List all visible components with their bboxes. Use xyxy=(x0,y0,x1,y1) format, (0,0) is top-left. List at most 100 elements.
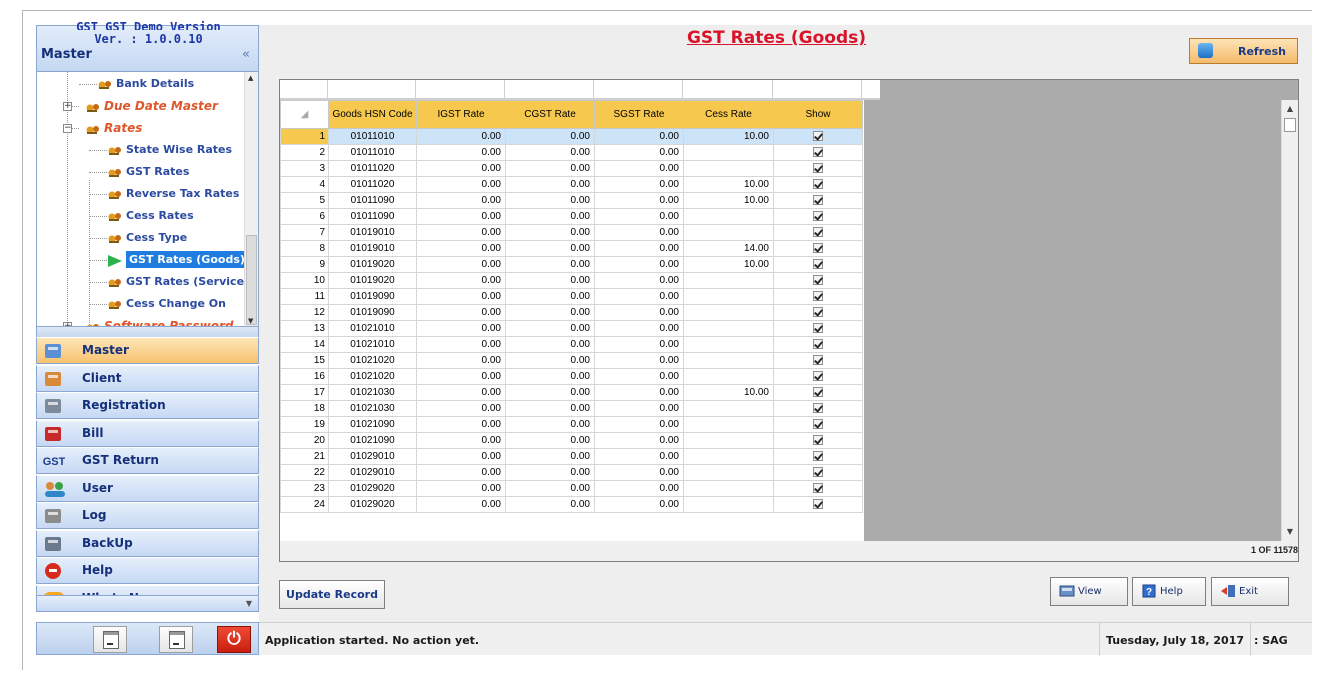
table-cell[interactable]: 01019090 xyxy=(328,304,417,321)
table-cell[interactable]: 01021030 xyxy=(328,384,417,401)
scroll-down-icon[interactable]: ▼ xyxy=(1282,525,1298,539)
table-cell[interactable]: 0.00 xyxy=(416,368,506,385)
show-checkbox-cell[interactable] xyxy=(773,320,863,337)
table-cell[interactable] xyxy=(683,272,774,289)
table-cell[interactable]: 10.00 xyxy=(683,384,774,401)
master-tree[interactable]: Bank Details + Due Date Master − Rates State … xyxy=(36,72,259,327)
table-cell[interactable]: 0.00 xyxy=(594,128,684,145)
tree-item[interactable]: GST Rates (Goods) xyxy=(107,250,248,270)
column-header[interactable]: IGST Rate xyxy=(416,100,506,129)
show-checkbox-cell[interactable] xyxy=(773,480,863,497)
sidebar-splitter[interactable] xyxy=(36,327,259,337)
show-checkbox[interactable] xyxy=(813,131,823,142)
table-cell[interactable]: 0.00 xyxy=(416,480,506,497)
table-cell[interactable]: 0.00 xyxy=(594,416,684,433)
table-row[interactable]: 7 01019010 0.00 0.00 0.00 xyxy=(280,224,863,241)
table-cell[interactable]: 10.00 xyxy=(683,256,774,273)
table-cell[interactable]: 0.00 xyxy=(505,240,595,257)
expand-toggle-icon[interactable]: − xyxy=(63,124,72,133)
tree-item[interactable]: Cess Change On xyxy=(107,294,226,314)
show-checkbox[interactable] xyxy=(813,147,823,158)
show-checkbox-cell[interactable] xyxy=(773,496,863,513)
table-cell[interactable]: 0.00 xyxy=(594,336,684,353)
table-cell[interactable]: 01019020 xyxy=(328,256,417,273)
table-row[interactable]: 19 01021090 0.00 0.00 0.00 xyxy=(280,416,863,433)
table-cell[interactable]: 0.00 xyxy=(505,256,595,273)
table-cell[interactable] xyxy=(683,288,774,305)
grid-vertical-scrollbar[interactable]: ▲ ▼ xyxy=(1281,100,1298,541)
table-cell[interactable] xyxy=(683,448,774,465)
show-checkbox[interactable] xyxy=(813,211,823,222)
table-cell[interactable] xyxy=(683,368,774,385)
filter-row[interactable] xyxy=(280,80,880,100)
view-button[interactable]: View xyxy=(1050,577,1128,606)
help-button[interactable]: ? Help xyxy=(1132,577,1206,606)
table-cell[interactable]: 0.00 xyxy=(505,464,595,481)
table-cell[interactable]: 0.00 xyxy=(416,224,506,241)
table-cell[interactable]: 0.00 xyxy=(416,464,506,481)
table-cell[interactable] xyxy=(683,224,774,241)
show-checkbox-cell[interactable] xyxy=(773,208,863,225)
tree-item[interactable]: Due Date Master xyxy=(85,96,218,116)
table-row[interactable]: 9 01019020 0.00 0.00 0.00 10.00 xyxy=(280,256,863,273)
table-cell[interactable]: 10.00 xyxy=(683,128,774,145)
table-row[interactable]: 22 01029010 0.00 0.00 0.00 xyxy=(280,464,863,481)
table-row[interactable]: 12 01019090 0.00 0.00 0.00 xyxy=(280,304,863,321)
show-checkbox[interactable] xyxy=(813,323,823,334)
table-cell[interactable]: 0.00 xyxy=(505,416,595,433)
nav-bill[interactable]: Bill xyxy=(36,419,259,447)
table-cell[interactable]: 01021090 xyxy=(328,416,417,433)
window-layout-button-1[interactable] xyxy=(93,626,127,653)
scroll-thumb[interactable] xyxy=(246,235,257,325)
table-cell[interactable]: 0.00 xyxy=(416,448,506,465)
tree-item[interactable]: State Wise Rates xyxy=(107,140,232,160)
table-cell[interactable]: 0.00 xyxy=(416,144,506,161)
table-row[interactable]: 14 01021010 0.00 0.00 0.00 xyxy=(280,336,863,353)
nav-registration[interactable]: Registration xyxy=(36,392,259,419)
show-checkbox-cell[interactable] xyxy=(773,256,863,273)
filter-cell[interactable] xyxy=(328,80,416,98)
tree-item[interactable]: Cess Type xyxy=(107,228,187,248)
table-cell[interactable]: 0.00 xyxy=(416,304,506,321)
show-checkbox-cell[interactable] xyxy=(773,384,863,401)
grid-body[interactable]: ◢ Goods HSN Code IGST Rate CGST Rate SGST Ra… xyxy=(280,100,864,541)
table-cell[interactable]: 0.00 xyxy=(505,160,595,177)
table-cell[interactable]: 0.00 xyxy=(505,208,595,225)
show-checkbox[interactable] xyxy=(813,387,823,398)
table-cell[interactable]: 0.00 xyxy=(416,416,506,433)
table-row[interactable]: 2 01011010 0.00 0.00 0.00 xyxy=(280,144,863,161)
tree-item[interactable]: Rates xyxy=(85,118,142,138)
table-cell[interactable]: 0.00 xyxy=(505,384,595,401)
filter-cell[interactable] xyxy=(416,80,505,98)
table-row[interactable]: 24 01029020 0.00 0.00 0.00 xyxy=(280,496,863,513)
table-cell[interactable]: 01029020 xyxy=(328,496,417,513)
show-checkbox[interactable] xyxy=(813,291,823,302)
table-cell[interactable]: 0.00 xyxy=(594,224,684,241)
show-checkbox[interactable] xyxy=(813,371,823,382)
show-checkbox-cell[interactable] xyxy=(773,128,863,145)
table-cell[interactable]: 01019010 xyxy=(328,240,417,257)
select-all-corner[interactable]: ◢ xyxy=(280,100,329,129)
table-cell[interactable]: 0.00 xyxy=(505,176,595,193)
show-checkbox-cell[interactable] xyxy=(773,288,863,305)
show-checkbox-cell[interactable] xyxy=(773,368,863,385)
table-cell[interactable] xyxy=(683,304,774,321)
table-cell[interactable]: 01011020 xyxy=(328,160,417,177)
filter-cell[interactable] xyxy=(505,80,594,98)
table-cell[interactable]: 0.00 xyxy=(505,224,595,241)
table-cell[interactable]: 0.00 xyxy=(505,352,595,369)
table-cell[interactable]: 0.00 xyxy=(416,336,506,353)
table-cell[interactable]: 0.00 xyxy=(594,496,684,513)
nav-help[interactable]: Help xyxy=(36,557,259,584)
update-record-button[interactable]: Update Record xyxy=(279,580,385,609)
table-cell[interactable]: 01029020 xyxy=(328,480,417,497)
table-row[interactable]: 8 01019010 0.00 0.00 0.00 14.00 xyxy=(280,240,863,257)
rates-table[interactable]: ◢ Goods HSN Code IGST Rate CGST Rate SGST Ra… xyxy=(280,100,863,513)
show-checkbox[interactable] xyxy=(813,499,823,510)
table-cell[interactable]: 01019090 xyxy=(328,288,417,305)
table-cell[interactable]: 01011090 xyxy=(328,192,417,209)
column-header[interactable]: CGST Rate xyxy=(505,100,595,129)
table-cell[interactable] xyxy=(683,208,774,225)
nav-log[interactable]: Log xyxy=(36,502,259,529)
table-cell[interactable] xyxy=(683,336,774,353)
